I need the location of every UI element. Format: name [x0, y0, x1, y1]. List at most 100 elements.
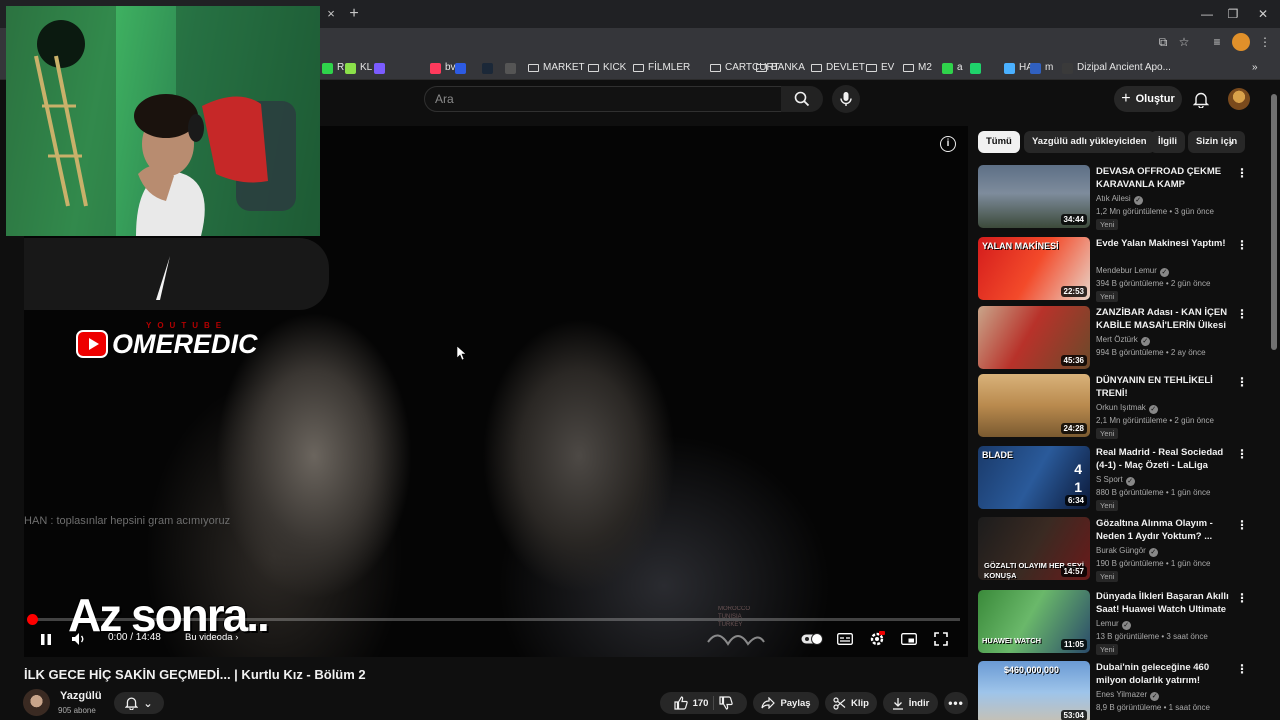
recommendation-card[interactable]: YALAN MAKİNESİ 22:53 Evde Yalan Makinesi Y… — [978, 237, 1268, 302]
video-thumbnail[interactable]: 24:28 — [978, 374, 1090, 437]
media-controls-icon[interactable]: ≡ — [1208, 33, 1226, 51]
bookmark-item[interactable]: FİLMLER — [633, 59, 690, 77]
recommendation-channel[interactable]: Enes Yilmazer ✓ — [1096, 690, 1160, 701]
download-button[interactable]: İndir — [883, 692, 938, 714]
bookmark-item[interactable]: HA — [1004, 59, 1033, 77]
recommendation-channel[interactable]: Mendebur Lemur ✓ — [1096, 266, 1169, 277]
more-vertical-icon[interactable]: ⋮ — [1236, 661, 1248, 677]
more-vertical-icon[interactable]: ⋮ — [1236, 374, 1248, 390]
bookmark-item[interactable]: R — [322, 59, 344, 77]
like-button[interactable]: 170 — [673, 696, 708, 710]
chevron-right-icon[interactable]: › — [1220, 131, 1242, 153]
tab-close-icon[interactable]: × — [322, 4, 340, 24]
notifications-button[interactable] — [1190, 88, 1212, 110]
video-thumbnail[interactable]: 45:36 — [978, 306, 1090, 369]
channel-name[interactable]: Yazgülü — [60, 690, 102, 702]
recommendation-card[interactable]: 34:44 DEVASA OFFROAD ÇEKME KARAVANLA KAMP… — [978, 165, 1268, 230]
clip-button[interactable]: Klip — [825, 692, 877, 714]
recommendation-channel[interactable]: Burak Güngör ✓ — [1096, 546, 1158, 557]
more-vertical-icon[interactable]: ⋮ — [1236, 517, 1248, 533]
bookmark-item[interactable]: M2 — [903, 59, 932, 77]
bookmark-item[interactable]: m — [1030, 59, 1053, 77]
recommendation-card[interactable]: 45:36 ZANZİBAR Adası - KAN İÇEN KABİLE MA… — [978, 306, 1268, 370]
settings-button[interactable] — [866, 628, 888, 650]
chapter-button[interactable]: Bu videoda › — [185, 632, 238, 643]
video-thumbnail[interactable]: 34:44 — [978, 165, 1090, 228]
recommendation-channel[interactable]: Lemur ✓ — [1096, 619, 1131, 630]
create-button[interactable]: + Oluştur — [1114, 86, 1182, 112]
bookmark-item[interactable] — [482, 59, 497, 77]
progress-scrubber[interactable] — [27, 614, 38, 625]
channel-avatar[interactable] — [23, 689, 50, 716]
recommendation-card[interactable]: BLADE 4 1 6:34 Real Madrid - Real Sociedad (… — [978, 446, 1268, 511]
recommendation-card[interactable]: $460,000,000 53:04 Dubai'nin geleceğine 46… — [978, 661, 1268, 720]
bookmark-item[interactable]: KL — [345, 59, 372, 77]
bookmark-item[interactable]: bv — [430, 59, 456, 77]
more-vertical-icon[interactable]: ⋮ — [1236, 590, 1248, 606]
chip-from-uploader[interactable]: Yazgülü adlı yükleyiciden — [1024, 131, 1155, 153]
video-thumbnail[interactable]: BLADE 4 1 6:34 — [978, 446, 1090, 509]
bookmark-item[interactable]: a — [942, 59, 963, 77]
more-vertical-icon[interactable]: ⋮ — [1236, 446, 1248, 462]
page-scrollbar[interactable] — [1271, 84, 1277, 720]
search-button[interactable] — [781, 86, 823, 112]
video-thumbnail[interactable]: $460,000,000 53:04 — [978, 661, 1090, 720]
bookmark-item[interactable]: KICK — [588, 59, 626, 77]
autoplay-toggle[interactable] — [800, 628, 824, 650]
bookmark-item[interactable]: DEVLET — [811, 59, 865, 77]
voice-search-button[interactable] — [832, 85, 860, 113]
bookmark-item[interactable] — [455, 59, 470, 77]
recommendation-card[interactable]: GÖZALTI OLAYIM HER ŞEYİ KONUŞA 14:57 Gözal… — [978, 517, 1268, 582]
recommendation-title[interactable]: Dünyada İlkleri Başaran Akıllı Saat! Hua… — [1096, 590, 1232, 616]
bookmark-item[interactable]: EV — [866, 59, 894, 77]
recommendation-title[interactable]: ZANZİBAR Adası - KAN İÇEN KABİLE MASAİ'L… — [1096, 306, 1232, 332]
recommendation-card[interactable]: HUAWEI WATCH 11:05 Dünyada İlkleri Başaran… — [978, 590, 1268, 655]
recommendation-channel[interactable]: Orkun Işıtmak ✓ — [1096, 403, 1158, 414]
video-thumbnail[interactable]: YALAN MAKİNESİ 22:53 — [978, 237, 1090, 300]
more-bookmarks-icon[interactable]: » — [1252, 59, 1258, 77]
bookmark-item[interactable]: BANKA — [756, 59, 805, 77]
restore-button[interactable]: ❐ — [1216, 4, 1250, 24]
video-thumbnail[interactable]: GÖZALTI OLAYIM HER ŞEYİ KONUŞA 14:57 — [978, 517, 1090, 580]
search-input[interactable] — [425, 87, 781, 111]
more-actions-button[interactable]: ••• — [944, 692, 968, 714]
recommendation-channel[interactable]: S Sport ✓ — [1096, 475, 1135, 486]
install-app-icon[interactable]: ⧉ — [1154, 33, 1172, 51]
close-window-button[interactable]: ✕ — [1246, 4, 1280, 24]
recommendation-title[interactable]: Gözaltına Alınma Olayım - Neden 1 Aydır … — [1096, 517, 1232, 543]
fullscreen-button[interactable] — [930, 628, 952, 650]
share-button[interactable]: Paylaş — [753, 692, 819, 714]
dislike-button[interactable] — [719, 696, 734, 710]
bookmark-star-icon[interactable]: ☆ — [1175, 33, 1193, 51]
subscribed-notifications-button[interactable]: ⌄ — [114, 692, 164, 714]
info-icon[interactable]: i — [940, 136, 956, 152]
chip-related[interactable]: İlgili — [1150, 131, 1185, 153]
more-vertical-icon[interactable]: ⋮ — [1236, 306, 1248, 322]
recommendation-title[interactable]: Evde Yalan Makinesi Yaptım! — [1096, 237, 1232, 250]
account-avatar[interactable] — [1228, 88, 1250, 110]
profile-icon[interactable] — [1232, 33, 1250, 51]
chip-all[interactable]: Tümü — [978, 131, 1020, 153]
scrollbar-thumb[interactable] — [1271, 94, 1277, 350]
volume-button[interactable] — [68, 628, 90, 650]
recommendation-title[interactable]: Dubai'nin geleceğine 460 milyon dolarlık… — [1096, 661, 1232, 687]
recommendation-channel[interactable]: Mert Öztürk ✓ — [1096, 335, 1150, 346]
recommendation-card[interactable]: 24:28 DÜNYANIN EN TEHLİKELİ TRENİ! Orkun I… — [978, 374, 1268, 439]
bookmark-item[interactable]: MARKET — [528, 59, 585, 77]
pause-button[interactable] — [36, 628, 56, 650]
progress-bar[interactable] — [27, 614, 960, 625]
bookmark-item[interactable] — [374, 59, 389, 77]
chrome-menu-icon[interactable]: ⋮ — [1256, 33, 1274, 51]
miniplayer-button[interactable] — [898, 628, 920, 650]
bookmark-item[interactable] — [505, 59, 520, 77]
subtitles-button[interactable] — [834, 628, 856, 650]
more-vertical-icon[interactable]: ⋮ — [1236, 237, 1248, 253]
recommendation-title[interactable]: DÜNYANIN EN TEHLİKELİ TRENİ! — [1096, 374, 1232, 400]
recommendation-title[interactable]: Real Madrid - Real Sociedad (4-1) - Maç … — [1096, 446, 1232, 472]
recommendation-channel[interactable]: Atık Ailesi ✓ — [1096, 194, 1143, 205]
new-tab-button[interactable]: + — [345, 3, 363, 25]
more-vertical-icon[interactable]: ⋮ — [1236, 165, 1248, 181]
video-thumbnail[interactable]: HUAWEI WATCH 11:05 — [978, 590, 1090, 653]
recommendation-title[interactable]: DEVASA OFFROAD ÇEKME KARAVANLA KAMP — [1096, 165, 1232, 191]
bookmark-item[interactable]: Dizipal Ancient Apo... — [1062, 59, 1171, 77]
